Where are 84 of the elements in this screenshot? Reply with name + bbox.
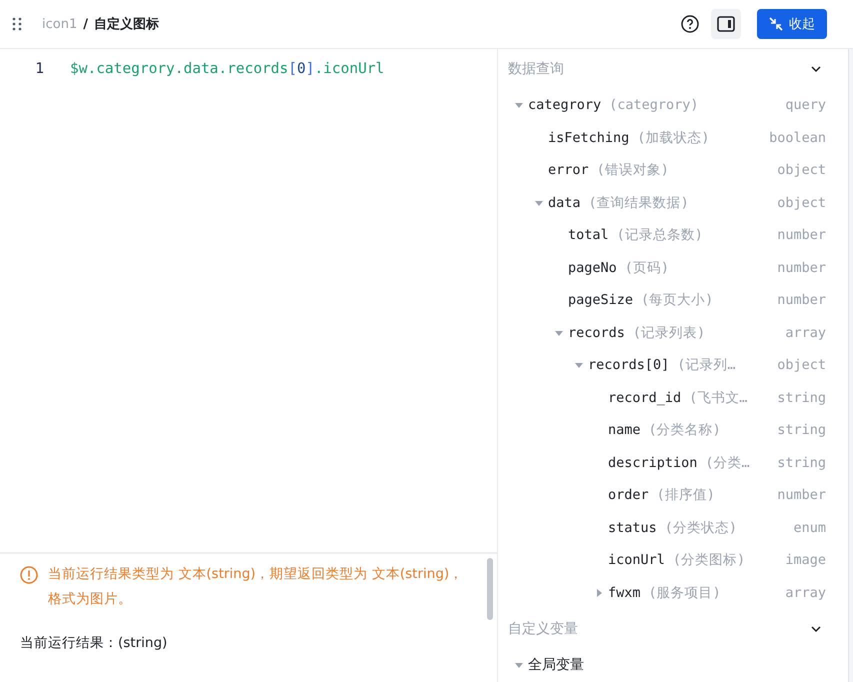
variable-name: fwxm [608,584,641,601]
variable-description: (排序值) [656,486,715,504]
variable-type: number [777,292,826,308]
variable-description: (错误对象) [596,161,669,180]
variable-name: record_id [608,390,682,406]
variable-description: (加载状态) [637,128,710,147]
variable-description: (categrory) [609,97,699,114]
drag-handle-icon[interactable] [12,17,22,31]
variable-type: enum [793,520,826,536]
variable-name: isFetching [548,130,630,146]
breadcrumb-separator: / [83,16,88,32]
variable-name: categrory [528,97,602,114]
variable-name: iconUrl [608,552,665,568]
tree-item[interactable]: records (记录列表) array [498,316,848,349]
variable-name: pageNo [568,260,617,276]
variable-name: total [568,227,609,244]
variable-type: image [785,552,826,568]
variable-description: (页码) [624,258,670,277]
tree-item[interactable]: name (分类名称) string [498,414,848,446]
tree-item[interactable]: total (记录总条数) number [498,219,848,252]
tree-item[interactable]: fwxm (服务项目) array [498,576,848,609]
variable-type: array [785,324,826,341]
tree-item[interactable]: 全局变量 [498,649,848,682]
variable-description: (每页大小) [641,291,714,310]
tree-item[interactable]: pageNo (页码) number [498,252,848,284]
variable-name: pageSize [568,292,634,308]
tree-item[interactable]: status (分类状态) enum [498,512,848,544]
caret-down-icon[interactable] [514,660,524,670]
variable-description: (分类… [705,454,750,472]
help-icon [681,15,699,33]
tree-item[interactable]: pageSize (每页大小) number [498,284,848,316]
tree-item[interactable]: isFetching (加载状态) boolean [498,122,848,154]
variable-description: (分类图标) [672,551,746,570]
variable-description: (查询结果数据) [588,194,689,212]
variable-type: array [785,584,826,601]
variable-name: status [608,520,657,536]
side-panel-icon [717,16,735,32]
variable-type: number [777,487,826,504]
warning-icon [20,566,38,584]
variable-type: string [777,454,826,471]
variable-name: name [608,422,641,438]
variable-type: string [777,390,826,406]
variable-type: object [777,357,826,374]
line-number: 1 [34,61,45,77]
variable-name: records[0] [588,357,670,374]
tree-item[interactable]: description (分类… string [498,446,848,479]
tree-item[interactable]: categrory (categrory) query [498,89,848,122]
tree-item[interactable]: order (排序值) number [498,479,848,512]
variable-description: (服务项目) [648,584,721,602]
caret-down-icon[interactable] [574,360,584,370]
panel-toggle-button[interactable] [711,9,741,39]
variable-name: 全局变量 [528,656,584,674]
variable-name: order [608,487,649,504]
variable-description: (分类状态) [664,518,738,537]
variable-description: (记录列表) [632,324,706,342]
caret-right-icon[interactable] [594,588,604,598]
tree-item[interactable]: record_id (飞书文… string [498,382,848,414]
variable-description: (记录总条数) [616,226,703,244]
tree-item[interactable]: error (错误对象) object [498,154,848,186]
tree-item[interactable]: iconUrl (分类图标) image [498,544,848,576]
tree-item[interactable]: data (查询结果数据) object [498,186,848,219]
scrollbar-thumb[interactable] [487,558,493,620]
variable-type: boolean [769,130,826,146]
collapse-icon [769,17,783,31]
variable-name: description [608,454,698,471]
variable-name: records [568,324,625,341]
page-title: 自定义图标 [94,16,159,33]
variable-type: query [785,97,826,114]
variable-name: error [548,162,589,178]
variable-name: data [548,194,581,211]
variable-type: number [777,260,826,276]
variable-type: number [777,227,826,244]
code-line[interactable]: $w.categrory.data.records[0].iconUrl [70,61,384,77]
collapse-button[interactable]: 收起 [757,9,827,39]
variable-description: (记录列… [677,356,736,374]
caret-down-icon[interactable] [514,100,524,110]
variable-type: string [777,422,826,438]
variable-type: object [777,162,826,178]
variable-type: object [777,194,826,211]
warning-message: 当前运行结果类型为 文本(string)，期望返回类型为 文本(string)，格式为图片。 [48,565,464,609]
run-result: 当前运行结果：(string) [20,634,168,652]
tree-item[interactable]: records[0] (记录列… object [498,349,848,382]
variable-description: (分类名称) [648,421,721,440]
variable-description: (飞书文… [689,388,748,407]
